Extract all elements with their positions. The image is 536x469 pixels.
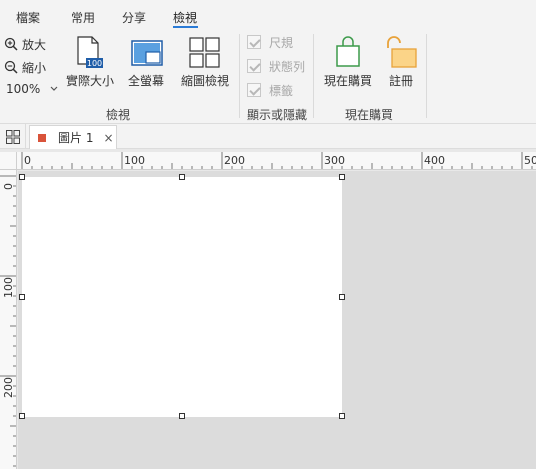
zoom-level-select[interactable]: 100% [6, 82, 58, 96]
register-label: 註冊 [389, 74, 414, 88]
chevron-down-icon [50, 86, 58, 91]
v-ruler-label: 200 [2, 377, 15, 398]
zoom-level-value: 100% [6, 82, 41, 96]
h-ruler-label: 100 [124, 154, 145, 167]
checkbox-checked-icon [247, 35, 261, 49]
ruler-checkbox[interactable]: 尺規 [247, 32, 293, 52]
unsaved-indicator-icon [38, 133, 46, 142]
active-menu-underline [173, 26, 198, 28]
zoom-in-icon [4, 37, 18, 51]
resize-handle-left[interactable] [19, 294, 25, 300]
grid-icon [5, 129, 20, 144]
actual-size-icon: 100 [77, 36, 103, 68]
fullscreen-label: 全螢幕 [128, 74, 165, 88]
actual-size-badge: 100 [87, 59, 102, 68]
ribbon: 放大 縮小 100% 100 實際大小 全螢幕 縮圖檢視 檢視 尺規 狀態列 標… [0, 30, 536, 124]
statusbar-label: 狀態列 [269, 59, 306, 74]
image-canvas[interactable] [22, 177, 342, 417]
statusbar-checkbox[interactable]: 狀態列 [247, 56, 305, 76]
menu-home[interactable]: 常用 [71, 9, 95, 26]
checkbox-checked-icon [247, 59, 261, 73]
register-button[interactable]: 註冊 [382, 34, 422, 94]
resize-handle-bottom[interactable] [179, 413, 185, 419]
buy-now-label: 現在購買 [324, 74, 373, 88]
thumbnail-view-button[interactable]: 縮圖檢視 [180, 34, 230, 94]
h-ruler-label: 300 [324, 154, 345, 167]
fullscreen-icon [131, 40, 163, 66]
fullscreen-button[interactable]: 全螢幕 [124, 34, 172, 94]
resize-handle-bottom-right[interactable] [339, 413, 345, 419]
resize-handle-bottom-left[interactable] [19, 413, 25, 419]
buy-group-label: 現在購買 [345, 108, 394, 122]
ruler-label: 尺規 [269, 35, 294, 50]
tabs-checkbox[interactable]: 標籤 [247, 80, 293, 100]
zoom-in-label: 放大 [22, 37, 47, 52]
grid-icon [189, 37, 220, 68]
h-ruler-label: 400 [424, 154, 445, 167]
v-ruler-label: 100 [2, 277, 15, 298]
resize-handle-top-left[interactable] [19, 174, 25, 180]
menu-view[interactable]: 檢視 [173, 9, 197, 26]
document-tab-title: 圖片 1 [58, 131, 94, 145]
zoom-out-icon [4, 60, 18, 74]
zoom-in-button[interactable]: 放大 [4, 34, 46, 54]
view-group-label: 檢視 [106, 108, 131, 122]
shopping-bag-icon [336, 36, 360, 67]
resize-handle-top-right[interactable] [339, 174, 345, 180]
actual-size-button[interactable]: 100 實際大小 [64, 34, 116, 94]
group-divider [239, 34, 240, 118]
show-hide-group-label: 顯示或隱藏 [247, 108, 308, 122]
resize-handle-top[interactable] [179, 174, 185, 180]
horizontal-ruler: 0 100 200 300 400 50 [17, 152, 536, 170]
vertical-ruler: 0 100 200 [0, 170, 17, 469]
group-divider [426, 34, 427, 118]
thumbnails-toggle-button[interactable] [0, 124, 26, 149]
document-tab[interactable]: 圖片 1 × [29, 125, 117, 149]
close-tab-icon[interactable]: × [103, 131, 113, 145]
buy-now-button[interactable]: 現在購買 [322, 34, 374, 94]
document-tab-bar: 圖片 1 × [0, 124, 536, 149]
resize-handle-right[interactable] [339, 294, 345, 300]
menu-share[interactable]: 分享 [122, 9, 146, 26]
menu-file[interactable]: 檔案 [16, 9, 40, 26]
actual-size-label: 實際大小 [66, 74, 115, 88]
tabs-label: 標籤 [269, 83, 294, 98]
h-ruler-label: 0 [24, 154, 31, 167]
h-ruler-label: 200 [224, 154, 245, 167]
menu-bar: 檔案 常用 分享 檢視 [0, 0, 536, 30]
thumbnail-view-label: 縮圖檢視 [181, 74, 230, 88]
zoom-out-button[interactable]: 縮小 [4, 57, 46, 77]
zoom-out-label: 縮小 [22, 60, 47, 75]
h-ruler-label: 50 [524, 154, 536, 167]
unlock-icon [387, 36, 417, 68]
v-ruler-label: 0 [2, 183, 15, 190]
group-divider [313, 34, 314, 118]
ruler-corner [0, 152, 17, 170]
checkbox-checked-icon [247, 83, 261, 97]
